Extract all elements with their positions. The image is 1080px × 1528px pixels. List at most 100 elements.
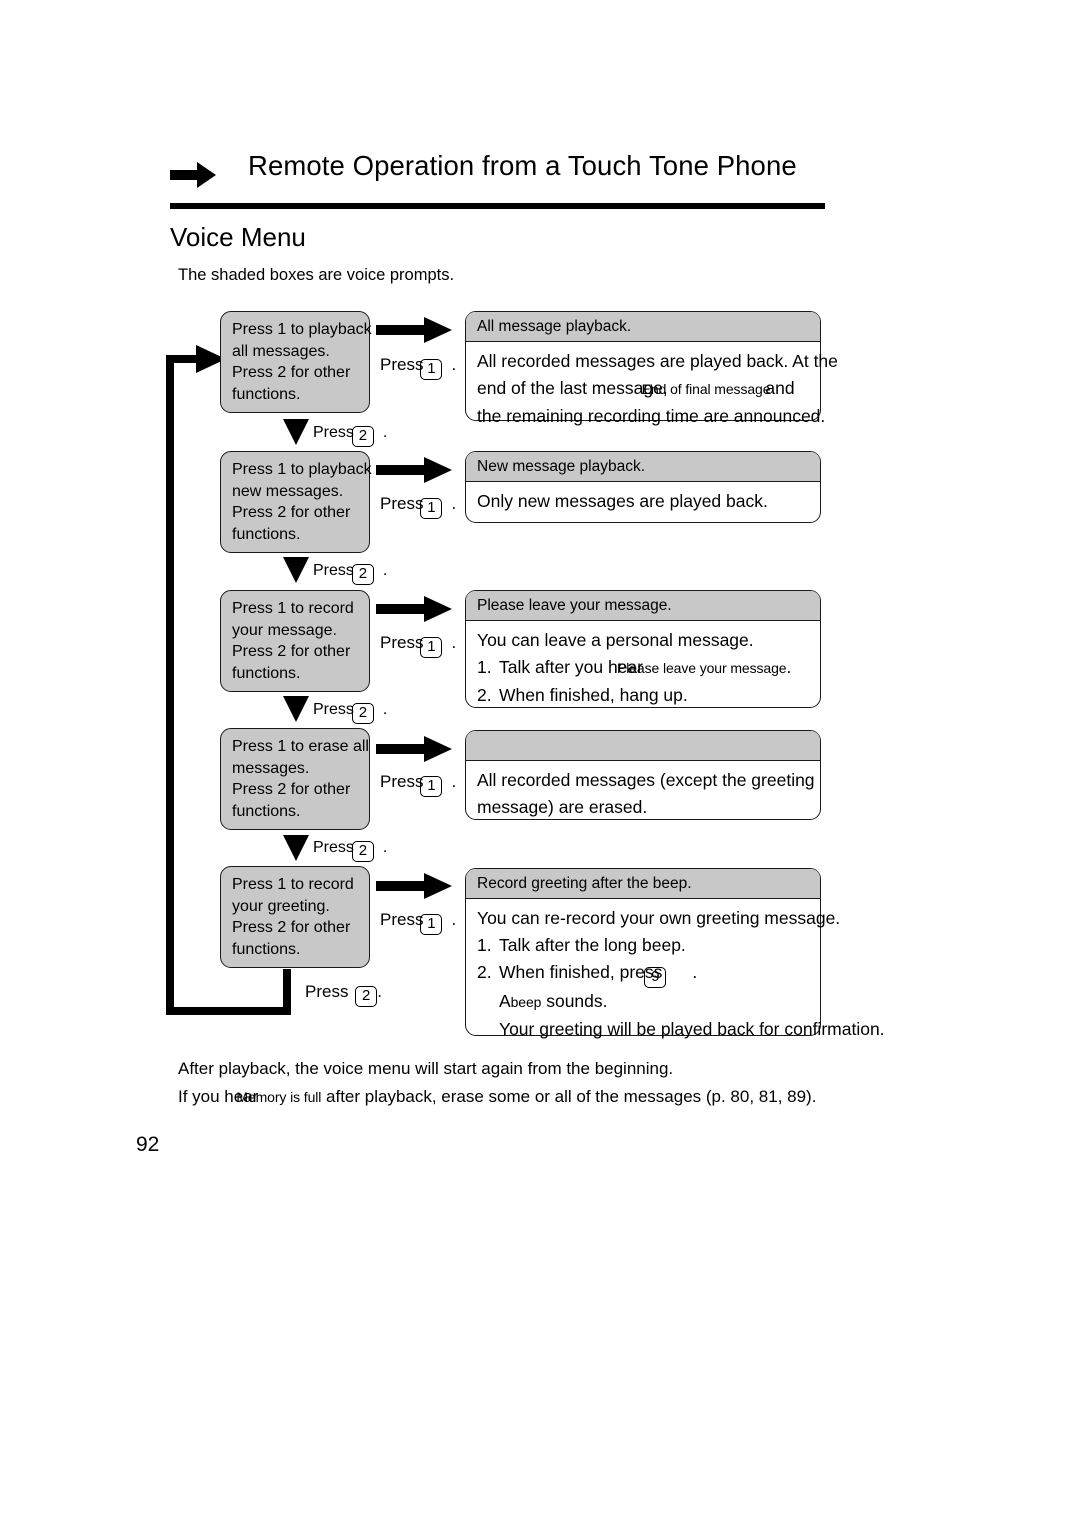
desc-line-2b: and bbox=[765, 378, 795, 398]
press-word: Press bbox=[380, 355, 424, 374]
voice-prompt-beep: beep bbox=[510, 994, 542, 1010]
desc-step-1: 1. Talk after the long beep. bbox=[477, 932, 816, 959]
step-number: 2. bbox=[477, 962, 492, 982]
key-2-icon: 2 bbox=[351, 426, 374, 447]
step-text: When finished, hang up. bbox=[499, 685, 688, 705]
step-text-b: sounds. bbox=[546, 991, 608, 1011]
step-number: 1. bbox=[477, 935, 492, 955]
desc-header-1: All message playback. bbox=[466, 312, 820, 342]
desc-line-2: message) are erased. bbox=[477, 797, 648, 817]
menu-line-2: all messages. bbox=[232, 342, 330, 360]
press-period: . bbox=[382, 562, 388, 579]
press-1-label-row1: Press 1. bbox=[380, 355, 456, 380]
desc-body-4: All recorded messages (except the greeti… bbox=[466, 761, 820, 828]
menu-line-4: functions. bbox=[232, 940, 301, 958]
desc-header-4 bbox=[466, 731, 820, 761]
press-period: . bbox=[451, 910, 457, 929]
desc-body-3: You can leave a personal message. 1. Talk… bbox=[466, 621, 820, 716]
desc-step-1: 1. Talk after you hearPlease leave your m… bbox=[477, 654, 816, 682]
voice-prompt-please-leave-your-message: Please leave your message bbox=[616, 660, 787, 676]
step-text: Talk after the long beep. bbox=[499, 935, 686, 955]
menu-line-2: your message. bbox=[232, 621, 337, 639]
menu-box-record-message[interactable]: Press 1 to record your message. Press 2 … bbox=[220, 590, 370, 692]
key-2-icon: 2 bbox=[351, 564, 374, 585]
desc-box-record-greeting: Record greeting after the beep. You can … bbox=[465, 868, 885, 1039]
press-period: . bbox=[451, 772, 457, 791]
press-period: . bbox=[377, 982, 382, 1001]
press-2-label-row5: Press 2. bbox=[305, 982, 382, 1007]
page-title: Remote Operation from a Touch Tone Phone bbox=[248, 150, 797, 181]
press-period: . bbox=[382, 424, 388, 441]
step-text-b: . bbox=[786, 657, 792, 677]
key-1-icon: 1 bbox=[420, 776, 443, 797]
desc-step-2: 2. When finished, press9. bbox=[477, 959, 816, 988]
desc-line-1: Only new messages are played back. bbox=[477, 491, 768, 511]
desc-line-1: All recorded messages (except the greeti… bbox=[477, 770, 815, 790]
press-word: Press bbox=[313, 701, 354, 718]
press-period: . bbox=[451, 633, 457, 652]
flow-arrow-down-3-icon bbox=[283, 696, 309, 722]
loop-left-vertical bbox=[166, 355, 174, 1015]
menu-box-erase-messages[interactable]: Press 1 to erase all messages. Press 2 f… bbox=[220, 728, 370, 830]
menu-line-3: Press 2 for other bbox=[232, 919, 351, 936]
key-9-icon: 9 bbox=[644, 967, 667, 988]
menu-line-1: Press 1 to record bbox=[232, 600, 354, 617]
desc-step-3: A beep sounds. bbox=[477, 988, 816, 1016]
key-1-icon: 1 bbox=[420, 498, 443, 519]
desc-box-please-leave-message: Please leave your message. You can leave… bbox=[465, 590, 821, 708]
flow-arrow-right-1-icon bbox=[376, 317, 452, 343]
desc-step-2: 2. When finished, hang up. bbox=[477, 682, 816, 709]
step-number: 1. bbox=[477, 657, 492, 677]
section-title: Voice Menu bbox=[170, 222, 306, 252]
menu-box-new-messages[interactable]: Press 1 to playback new messages. Press … bbox=[220, 451, 372, 553]
menu-line-2: messages. bbox=[232, 759, 310, 777]
menu-line-3: Press 2 for other bbox=[232, 643, 351, 660]
key-1-icon: 1 bbox=[420, 914, 443, 935]
menu-line-3: Press 2 for other bbox=[232, 781, 351, 798]
flow-arrow-right-5-icon bbox=[376, 873, 452, 899]
menu-line-4: functions. bbox=[232, 802, 301, 820]
loop-bottom-horizontal bbox=[166, 1007, 291, 1015]
press-2-label-row2: Press 2. bbox=[313, 562, 387, 585]
step-text-a: A bbox=[499, 991, 510, 1011]
press-period: . bbox=[382, 839, 388, 856]
menu-line-4: functions. bbox=[232, 525, 301, 543]
menu-line-1: Press 1 to erase all bbox=[232, 738, 369, 755]
menu-line-3: Press 2 for other bbox=[232, 364, 351, 381]
press-1-label-row4: Press 1. bbox=[380, 772, 456, 797]
desc-header-3: Please leave your message. bbox=[466, 591, 820, 621]
press-word: Press bbox=[305, 982, 349, 1001]
press-word: Press bbox=[313, 424, 354, 441]
header-rule bbox=[170, 203, 825, 209]
desc-body-5: You can re-record your own greeting mess… bbox=[466, 899, 885, 1050]
desc-body-2: Only new messages are played back. bbox=[466, 482, 820, 522]
loop-riser bbox=[283, 969, 291, 1015]
section-intro: The shaded boxes are voice prompts. bbox=[178, 266, 455, 284]
press-period: . bbox=[382, 701, 388, 718]
press-2-label-row3: Press 2. bbox=[313, 701, 387, 724]
desc-line-2a: end of the last message, bbox=[477, 378, 668, 398]
desc-line-1: You can re-record your own greeting mess… bbox=[477, 908, 841, 928]
press-word: Press bbox=[380, 910, 424, 929]
desc-header-2: New message playback. bbox=[466, 452, 820, 482]
flow-arrow-down-2-icon bbox=[283, 557, 309, 583]
step-number: 2. bbox=[477, 685, 492, 705]
key-2-icon: 2 bbox=[351, 841, 374, 862]
flow-arrow-right-2-icon bbox=[376, 457, 452, 483]
flow-arrow-down-1-icon bbox=[283, 419, 309, 445]
press-2-label-row4: Press 2. bbox=[313, 839, 387, 862]
desc-line-2: end of the last message,End of final mes… bbox=[477, 375, 816, 403]
desc-header-5: Record greeting after the beep. bbox=[466, 869, 820, 899]
key-2-icon: 2 bbox=[351, 703, 374, 724]
desc-line-3: the remaining recording time are announc… bbox=[477, 406, 826, 426]
flow-arrow-right-3-icon bbox=[376, 596, 452, 622]
menu-line-1: Press 1 to record bbox=[232, 876, 354, 893]
voice-prompt-memory-is-full: Memory is full bbox=[236, 1089, 322, 1105]
press-2-label-row1: Press 2. bbox=[313, 424, 387, 447]
press-word: Press bbox=[313, 839, 354, 856]
menu-line-4: functions. bbox=[232, 664, 301, 682]
menu-box-all-messages[interactable]: Press 1 to playback all messages. Press … bbox=[220, 311, 372, 413]
step-text-a: When finished, press bbox=[499, 962, 663, 982]
voice-menu-flow-diagram: Press 1 to playback all messages. Press … bbox=[0, 0, 1080, 1528]
menu-box-record-greeting[interactable]: Press 1 to record your greeting. Press 2… bbox=[220, 866, 370, 968]
